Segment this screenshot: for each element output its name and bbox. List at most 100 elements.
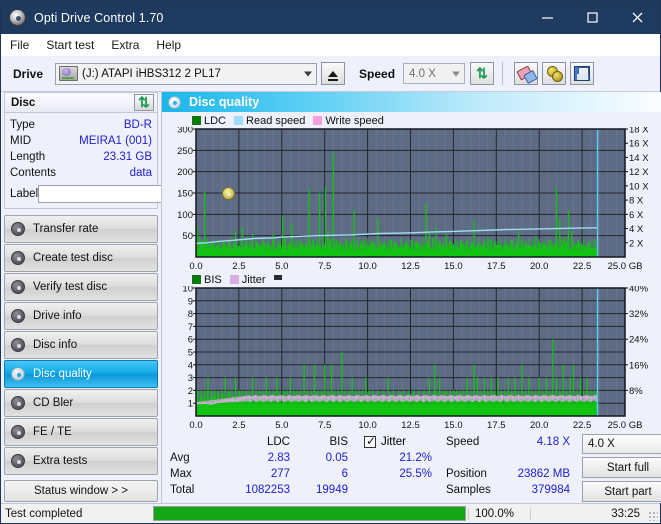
svg-text:14 X: 14 X	[629, 153, 649, 164]
svg-text:8: 8	[188, 309, 193, 320]
sidebar-item-verify-test-disc[interactable]: Verify test disc	[4, 273, 158, 301]
svg-text:22.5: 22.5	[573, 261, 592, 272]
eject-icon	[328, 70, 339, 81]
eject-button[interactable]	[321, 62, 346, 85]
stats-header-row: LDC BIS	[170, 434, 348, 450]
svg-text:5.0: 5.0	[275, 420, 288, 431]
svg-text:10.0: 10.0	[358, 261, 377, 272]
samples-row: Samples 379984	[446, 482, 570, 498]
save-button[interactable]	[570, 62, 595, 85]
plug-icon	[546, 66, 563, 82]
close-icon[interactable]	[615, 1, 660, 34]
speed-row: Speed 4.18 X	[446, 434, 570, 450]
menu-file[interactable]: File	[10, 36, 38, 54]
chart-legend-top: LDC Read speed Write speed	[166, 114, 661, 127]
jitter-avg: 21.2%	[399, 452, 432, 464]
sidebar-item-create-test-disc[interactable]: Create test disc	[4, 244, 158, 272]
minimize-icon[interactable]	[525, 1, 570, 34]
drive-icon	[59, 66, 79, 81]
disc-panel-title: Disc	[11, 96, 36, 109]
sidebar-item-label: Verify test disc	[33, 281, 108, 293]
legend-label-read-speed: Read speed	[246, 114, 306, 127]
eraser-icon	[518, 67, 535, 81]
elapsed-time: 33:25	[530, 507, 660, 520]
disc-value-length: 23.31 GB	[103, 151, 152, 163]
svg-text:50: 50	[182, 231, 193, 242]
speed-select[interactable]: 4.0 X	[403, 63, 466, 84]
samples-key: Samples	[446, 484, 491, 496]
disc-key-mid: MID	[10, 135, 32, 147]
stats-ldc-total: 1082253	[245, 484, 290, 496]
disc-icon	[11, 280, 25, 294]
svg-text:20.0: 20.0	[530, 261, 549, 272]
status-window-wrap: Status window > >	[4, 480, 158, 502]
svg-text:7: 7	[188, 322, 193, 333]
svg-text:100: 100	[177, 210, 193, 221]
svg-text:9: 9	[188, 296, 193, 307]
progress-bar	[153, 506, 466, 521]
jitter-header: Jitter	[364, 434, 432, 450]
sidebar-item-fe-te[interactable]: FE / TE	[4, 418, 158, 446]
ldc-read-speed-chart[interactable]: 50 100 150 200 250 300 2 X 4 X 6 X 8 X 10 X 12 X 14 …	[166, 127, 658, 273]
svg-text:7.5: 7.5	[318, 420, 331, 431]
title-bar: Opti Drive Control 1.70	[1, 1, 660, 34]
disc-refresh-button[interactable]: ⇅	[134, 94, 154, 111]
svg-text:4: 4	[188, 360, 193, 371]
jitter-label: Jitter	[381, 436, 406, 448]
start-full-button[interactable]: Start full	[582, 457, 661, 478]
disc-row-mid: MID MEIRA1 (001)	[10, 133, 152, 149]
start-part-button[interactable]: Start part	[582, 481, 661, 502]
jitter-checkbox[interactable]	[364, 434, 376, 448]
disc-value-type: BD-R	[123, 119, 152, 131]
stats-row-label-max: Max	[170, 468, 192, 480]
disc-label-row: Label	[10, 184, 237, 203]
speed-select-value: 4.0 X	[409, 67, 436, 80]
position-value: 23862 MB	[517, 468, 570, 480]
position-key: Position	[446, 468, 487, 480]
stats-row-label-total: Total	[170, 484, 195, 496]
disc-panel-header: Disc ⇅	[4, 92, 158, 112]
disc-panel-body: Type BD-R MID MEIRA1 (001) Length 23.31 …	[4, 112, 237, 209]
bis-jitter-chart[interactable]: 1 2 3 45 6 7 8 910 8% 16% 24% 32% 40% 0.0 2.5 5.0 7.5 10.…	[166, 286, 658, 432]
stats-panel: LDC BIS Avg 2.83 0.05 Max 277 6 Total 10…	[162, 432, 661, 504]
legend-swatch-extra	[273, 274, 282, 280]
svg-text:12 X: 12 X	[629, 167, 649, 178]
sidebar-item-disc-quality[interactable]: Disc quality	[4, 360, 158, 388]
connection-button[interactable]	[542, 62, 567, 85]
svg-text:7.5: 7.5	[318, 261, 331, 272]
refresh-button[interactable]: ⇅	[470, 62, 495, 85]
sidebar-item-drive-info[interactable]: Drive info	[4, 302, 158, 330]
sidebar-item-disc-info[interactable]: Disc info	[4, 331, 158, 359]
speed-key: Speed	[446, 436, 480, 448]
erase-button[interactable]	[514, 62, 539, 85]
legend-label-jitter: Jitter	[241, 273, 266, 286]
menu-extra[interactable]: Extra	[111, 36, 148, 54]
svg-text:2.5: 2.5	[232, 420, 245, 431]
svg-text:5.0: 5.0	[275, 261, 288, 272]
sidebar-item-cd-bler[interactable]: CD Bler	[4, 389, 158, 417]
menu-start-test[interactable]: Start test	[46, 36, 103, 54]
disc-icon	[11, 338, 25, 352]
resize-grip[interactable]	[648, 511, 658, 521]
svg-text:200: 200	[177, 167, 193, 178]
sidebar-item-extra-tests[interactable]: Extra tests	[4, 447, 158, 475]
disc-icon	[168, 95, 181, 109]
svg-text:6: 6	[188, 335, 193, 346]
svg-text:250: 250	[177, 146, 193, 157]
menu-help[interactable]: Help	[156, 36, 190, 54]
disc-value-contents: data	[129, 167, 152, 179]
status-window-label: Status window > >	[34, 485, 128, 497]
status-window-button[interactable]: Status window > >	[4, 480, 158, 502]
maximize-icon[interactable]	[570, 1, 615, 34]
stats-row-max: Max 277 6	[170, 466, 348, 482]
sidebar-item-transfer-rate[interactable]: Transfer rate	[4, 215, 158, 243]
svg-text:2: 2	[188, 386, 193, 397]
test-speed-select[interactable]: 4.0 X	[582, 434, 661, 454]
disc-key-length: Length	[10, 151, 46, 163]
stats-ldc-max: 277	[270, 468, 290, 480]
drive-select[interactable]: (J:) ATAPI iHBS312 2 PL17	[55, 62, 318, 85]
legend-swatch-jitter	[229, 275, 239, 284]
speed-value: 4.18 X	[536, 436, 570, 448]
sidebar-item-label: FE / TE	[33, 426, 72, 438]
stats-col-ldc: LDC	[266, 436, 290, 448]
